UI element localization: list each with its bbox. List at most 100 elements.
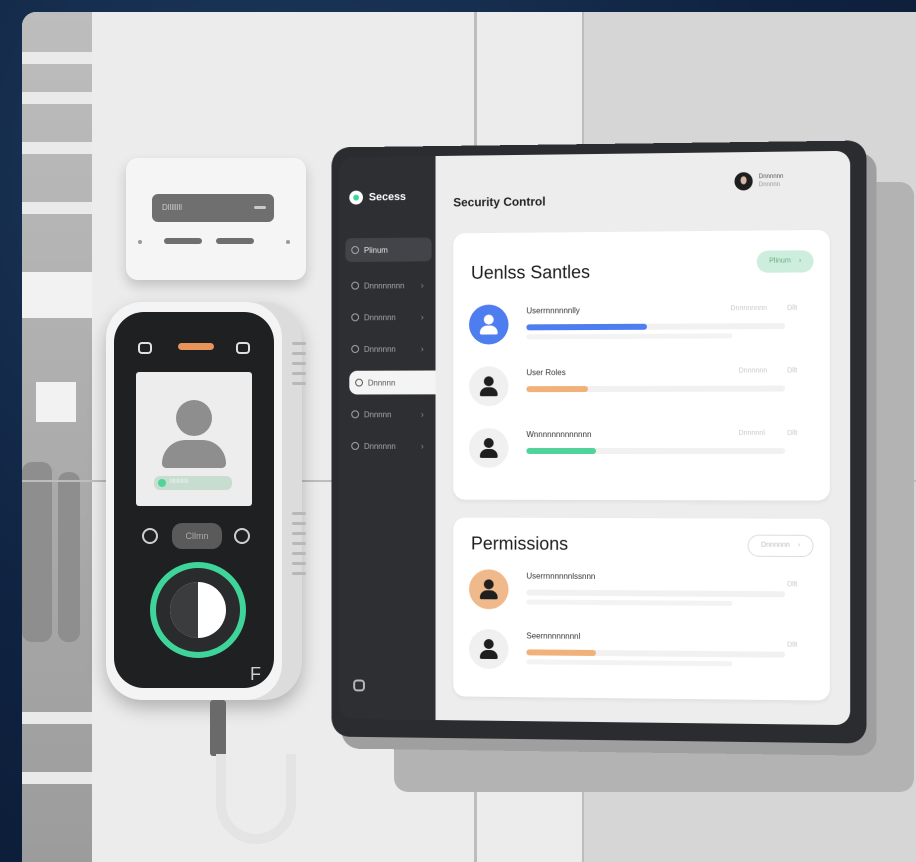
sidebar-item-label: Dnnnnnn [363,312,396,322]
row-meta: Dnnnnnnnn [730,304,768,313]
face-scan-display: llllllllllllll [136,372,252,506]
row-meta: Dllt [787,367,798,375]
device-grille [292,372,306,375]
sidebar-item-1[interactable]: Plinum [345,237,432,262]
table-row[interactable]: Userrnnnnnnlly Dnnnnnnnn Dllt [469,299,809,351]
sidebar-item-5[interactable]: Dnnnnn [349,370,440,395]
wall-stripe [22,92,92,104]
wall-reader-slot [164,238,202,244]
nav-icon [351,281,360,290]
verification-label: llllllllllllll [170,479,189,485]
pad-shade [170,582,198,638]
users-card-action-button[interactable]: Plinum › [756,250,814,273]
nav-icon [351,345,360,353]
device-grille [292,522,306,525]
device-grille [292,562,306,565]
device-grille [292,362,306,365]
sidebar-item-label: Dnnnnnnnn [363,280,405,291]
progress-track [526,447,786,455]
wall-reader-dot [138,240,142,244]
device-grille [292,572,306,575]
wall-card-reader: Dllllllll [126,158,306,280]
row-meta: Dllt [787,581,798,589]
table-row[interactable]: Userrnnnnnnlssnnn Dllt [469,565,809,617]
sidebar-item-6[interactable]: Dnnnnn › [345,402,431,426]
table-row[interactable]: User Roles Dnnnnnn Dllt [469,361,809,412]
sidebar-item-label: Dnnnnnn [363,344,396,354]
row-meta: Dllt [787,429,798,437]
user-profile[interactable]: Dnnnnnn Dnnnnn [734,172,783,191]
progress-track [526,649,786,658]
right-button[interactable] [234,528,250,544]
progress-track [526,589,786,598]
device-grille [292,512,306,515]
sidebar-item-3[interactable]: Dnnnnnn › [345,305,431,329]
row-label: Userrnnnnnnlssnnn [526,571,596,581]
sidebar-item-4[interactable]: Dnnnnnn › [345,337,431,361]
fingerprint-pad-icon [170,582,226,638]
status-led [178,343,214,350]
nav-icon [351,313,360,322]
brand-logo: F [250,664,261,684]
sidebar-item-2[interactable]: Dnnnnnnnn › [345,273,431,297]
user-avatar-icon [469,569,509,610]
center-button[interactable]: Cllmn [172,523,222,549]
chevron-right-icon: › [797,541,801,549]
access-control-device: llllllllllllll Cllmn F [106,302,306,700]
user-name-block: Dnnnnnn Dnnnnn [759,173,784,189]
chevron-right-icon: › [420,409,424,420]
user-avatar-icon [469,304,509,345]
users-card: Uenlss Santles Plinum › Userrnnnnnnlly D… [453,229,830,501]
row-meta: Dnnnnnn [738,367,768,375]
table-row[interactable]: Wnnnnnnnnnnnnn Dnnnnnl Dllt [469,424,809,474]
row-meta: Dllt [787,304,798,312]
progress-track-secondary [526,659,733,667]
power-icon[interactable] [138,342,152,354]
progress-track-secondary [526,599,733,606]
chevron-right-icon: › [798,257,802,265]
sidebar-item-7[interactable]: Dnnnnnn › [345,434,431,458]
wall-stripe [22,772,92,784]
fingerprint-reader[interactable] [150,562,246,658]
device-grille [292,552,306,555]
permissions-card-heading: Permissions [470,533,569,554]
wall-window [22,272,92,318]
progress-fill [526,649,596,656]
user-name: Dnnnnnn [758,173,784,181]
progress-track [526,385,786,393]
main-content: Security Control Dnnnnnn Dnnnnn Uenlss S… [435,150,851,726]
progress-fill [526,447,596,454]
nav-icon [351,246,360,255]
settings-icon[interactable] [353,679,365,692]
users-card-heading: Uenlss Santles [470,262,591,283]
wall-stripe [22,712,92,724]
table-row[interactable]: Seernnnnnnnnl Dllt [469,625,809,678]
user-subtitle: Dnnnnn [758,181,781,189]
exit-icon[interactable] [236,342,250,354]
wall-window [36,382,76,422]
wall-reader-screen: Dllllllll [152,194,274,222]
device-grille [292,352,306,355]
progress-track-secondary [526,333,733,340]
permissions-card-action-button[interactable]: Dnnnnnn › [747,534,814,558]
monitor: Secess Plinum Dnnnnnnnn › Dnnnnnn › Dnnn… [331,140,867,744]
sidebar-brand: Secess [349,190,406,205]
left-wall [22,12,92,862]
verified-dot-icon [158,479,166,487]
progress-fill [526,386,588,393]
row-meta: Dllt [787,641,798,649]
monitor-screen: Secess Plinum Dnnnnnnnn › Dnnnnnn › Dnnn… [339,150,851,726]
row-label: Wnnnnnnnnnnnnn [526,430,592,440]
permissions-card-action-label: Dnnnnnn [761,541,790,549]
chevron-right-icon: › [420,343,424,354]
brand-name: Secess [368,191,406,204]
wall-reader-label: Dllllllll [162,203,182,212]
sidebar-item-label: Dnnnnn [367,378,396,388]
left-button[interactable] [142,528,158,544]
row-label: Seernnnnnnnnl [526,631,581,641]
row-meta: Dnnnnnl [738,429,765,437]
chevron-right-icon: › [420,441,424,451]
verification-bar: llllllllllllll [154,476,232,490]
row-label: User Roles [526,368,566,378]
users-card-action-label: Plinum [769,257,791,265]
